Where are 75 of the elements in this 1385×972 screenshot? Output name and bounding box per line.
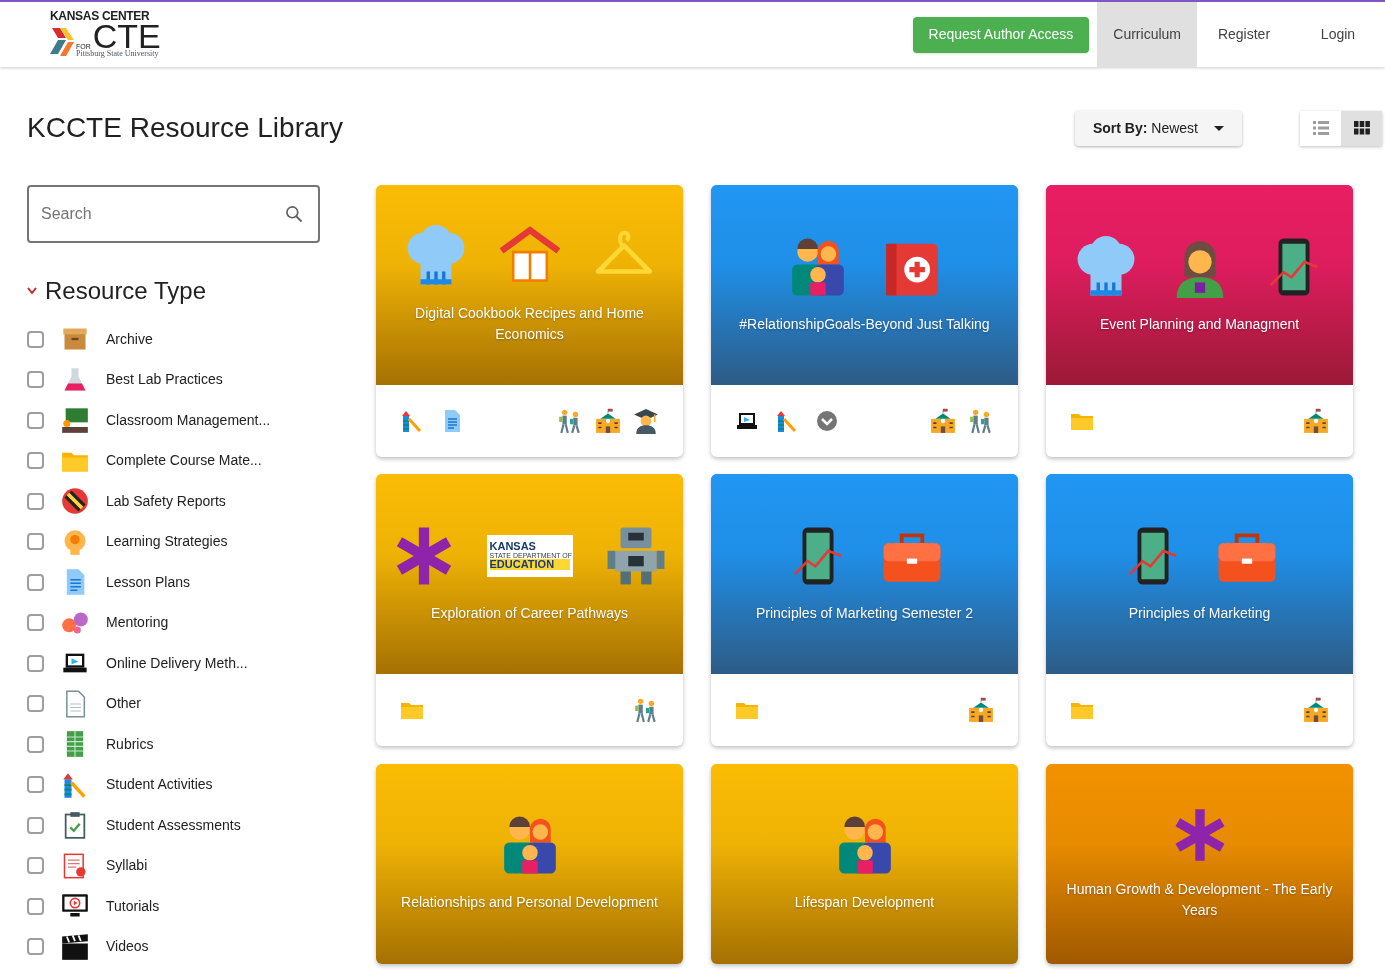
school-building-icon (930, 408, 956, 434)
filter-label: Classroom Management... (106, 410, 271, 430)
filter-label: Rubrics (106, 734, 154, 754)
grid-icon (1353, 121, 1370, 135)
filter-label: Mentoring (106, 613, 169, 633)
filter-label: Other (106, 694, 141, 714)
chevron-down-circle-icon (815, 409, 839, 433)
hikers-icon (557, 408, 583, 434)
resource-card[interactable]: Event Planning and Managment (1046, 185, 1353, 457)
filter-label: Syllabi (106, 856, 148, 876)
checkbox[interactable] (27, 857, 44, 875)
school-building-icon (595, 408, 621, 434)
resource-card[interactable]: Principles of Marketing Semester 2 (711, 474, 1018, 747)
filter-label: Tutorials (106, 896, 160, 916)
card-title: Relationships and Personal Development (401, 893, 658, 913)
search-field[interactable]: Search (27, 185, 320, 243)
checkbox[interactable] (27, 735, 44, 753)
card-title: Lifespan Development (794, 893, 935, 913)
filter-label: Complete Course Mate... (106, 451, 262, 471)
card-title: Human Growth & Development - The Early Years (1066, 879, 1333, 920)
sort-dropdown[interactable]: Sort By: Newest (1074, 110, 1242, 146)
clapperboard-icon (61, 932, 89, 961)
checkbox[interactable] (27, 371, 44, 389)
card-title: Principles of Marketing (1128, 603, 1271, 623)
nav-link[interactable]: Curriculum (1097, 2, 1197, 67)
card-title: #RelationshipGoals-Beyond Just Talking (739, 314, 990, 334)
chalkboard-icon (61, 406, 89, 435)
checkbox[interactable] (27, 654, 44, 672)
checkbox[interactable] (27, 492, 44, 510)
school-building-icon (968, 697, 994, 724)
checkbox[interactable] (27, 614, 44, 632)
playground-slide-icon (775, 409, 799, 433)
filter-label: Student Assessments (106, 815, 241, 835)
filter-label: Videos (106, 937, 149, 957)
checkbox[interactable] (27, 411, 44, 429)
checkbox[interactable] (27, 695, 44, 713)
filter-label: Student Activities (106, 775, 213, 795)
checkbox[interactable] (27, 452, 44, 470)
graduate-icon (633, 408, 659, 434)
nav-link[interactable]: Login (1291, 2, 1385, 67)
checkbox[interactable] (27, 533, 44, 551)
filter-label: Learning Strategies (106, 532, 228, 552)
checkbox[interactable] (27, 330, 44, 348)
filter-label: Best Lab Practices (106, 370, 223, 390)
card-title: Digital Cookbook Recipes and Home Economics (414, 304, 645, 344)
search-icon (284, 204, 304, 224)
hazard-stripes-icon (61, 487, 89, 516)
resource-card[interactable]: #RelationshipGoals-Beyond Just Talking (711, 185, 1018, 457)
card-title: Event Planning and Managment (1099, 314, 1300, 334)
filter-label: Lesson Plans (106, 572, 191, 592)
resource-card[interactable]: Principles of Marketing (1046, 474, 1353, 747)
hikers-icon (968, 408, 994, 434)
resource-type-toggle[interactable]: Resource Type (27, 273, 206, 309)
checkbox[interactable] (27, 897, 44, 915)
playground-slide-icon (400, 409, 424, 433)
page-title: KCCTE Resource Library (27, 111, 343, 145)
list-icon (1312, 121, 1329, 135)
filter-label: Archive (106, 329, 153, 349)
card-title: Principles of Marketing Semester 2 (755, 603, 974, 623)
checkbox[interactable] (27, 573, 44, 591)
checkbox[interactable] (27, 938, 44, 956)
card-title: Exploration of Career Pathways (431, 603, 628, 623)
checkbox[interactable] (27, 816, 44, 834)
filter-label: Lab Safety Reports (106, 491, 226, 511)
filter-label: Online Delivery Meth... (106, 653, 248, 673)
hikers-icon (633, 697, 659, 724)
resource-card[interactable]: Human Growth & Development - The Early Years (1046, 763, 1353, 964)
sort-label: Sort By: Newest (1092, 118, 1198, 138)
school-building-icon (1303, 697, 1329, 724)
checkbox[interactable] (27, 776, 44, 794)
grid-view-button[interactable] (1341, 110, 1382, 146)
school-building-icon (1303, 408, 1329, 434)
nav-link[interactable]: Register (1197, 2, 1291, 67)
chevron-icon (27, 287, 37, 295)
caret-icon (1214, 125, 1224, 131)
